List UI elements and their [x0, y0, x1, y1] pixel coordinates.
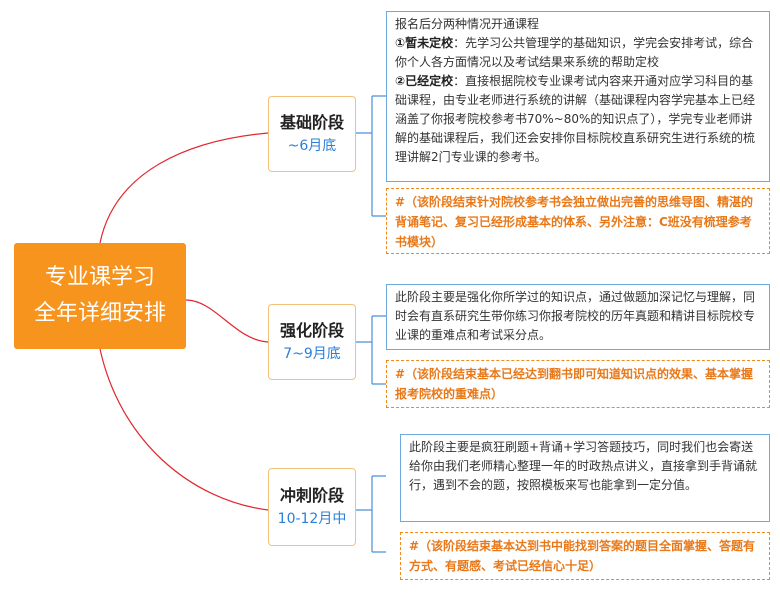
stage-sprint-note: #（该阶段结束基本达到书中能找到答案的题目全面掌握、答题有方式、有题感、考试已经…	[400, 532, 770, 580]
stage-intensive-description: 此阶段主要是强化你所学过的知识点，通过做题加深记忆与理解，同时会有直系研究生带你…	[386, 284, 770, 350]
stage-basic-case1-label: ①暂未定校	[395, 36, 454, 50]
stage-basic-note: #（该阶段结束针对院校参考书会独立做出完善的思维导图、精湛的背诵笔记、复习已经形…	[386, 188, 770, 254]
bracket-sprint	[356, 475, 386, 553]
root-topic[interactable]: 专业课学习 全年详细安排	[14, 243, 186, 349]
stage-sprint-description: 此阶段主要是疯狂刷题+背诵+学习答题技巧，同时我们也会寄送给你由我们老师精心整理…	[400, 434, 770, 522]
stage-basic-description: 报名后分两种情况开通课程 ①暂未定校：先学习公共管理学的基础知识，学完会安排考试…	[386, 11, 770, 182]
stage-intensive-note: #（该阶段结束基本已经达到翻书即可知道知识点的效果、基本掌握报考院校的重难点）	[386, 360, 770, 408]
bracket-basic	[356, 95, 386, 217]
stage-basic-case2-label: ②已经定校	[395, 74, 454, 88]
stage-intensive-time: 7~9月底	[283, 346, 341, 362]
stage-basic-case2: ②已经定校：直接根据院校专业课考试内容来开通对应学习科目的基础课程，由专业老师进…	[395, 72, 761, 167]
root-title-line2: 全年详细安排	[33, 301, 166, 326]
stage-intensive[interactable]: 强化阶段 7~9月底	[268, 304, 356, 380]
stage-intensive-name: 强化阶段	[279, 321, 344, 340]
branch-line-sprint	[99, 348, 269, 511]
root-title-line1: 专业课学习	[44, 265, 155, 290]
stage-basic-name: 基础阶段	[279, 113, 344, 132]
stage-basic-intro: 报名后分两种情况开通课程	[395, 17, 540, 31]
stage-sprint-name: 冲刺阶段	[279, 486, 344, 505]
branch-line-basic	[99, 132, 269, 244]
stage-sprint-time: 10-12月中	[277, 511, 347, 527]
branch-line-intensive	[185, 299, 269, 343]
stage-sprint[interactable]: 冲刺阶段 10-12月中	[268, 468, 356, 546]
stage-basic[interactable]: 基础阶段 ~6月底	[268, 96, 356, 172]
bracket-intensive	[356, 315, 386, 385]
stage-basic-time: ~6月底	[287, 138, 337, 154]
stage-basic-case1: ①暂未定校：先学习公共管理学的基础知识，学完会安排考试，综合你个人各方面情况以及…	[395, 34, 761, 72]
